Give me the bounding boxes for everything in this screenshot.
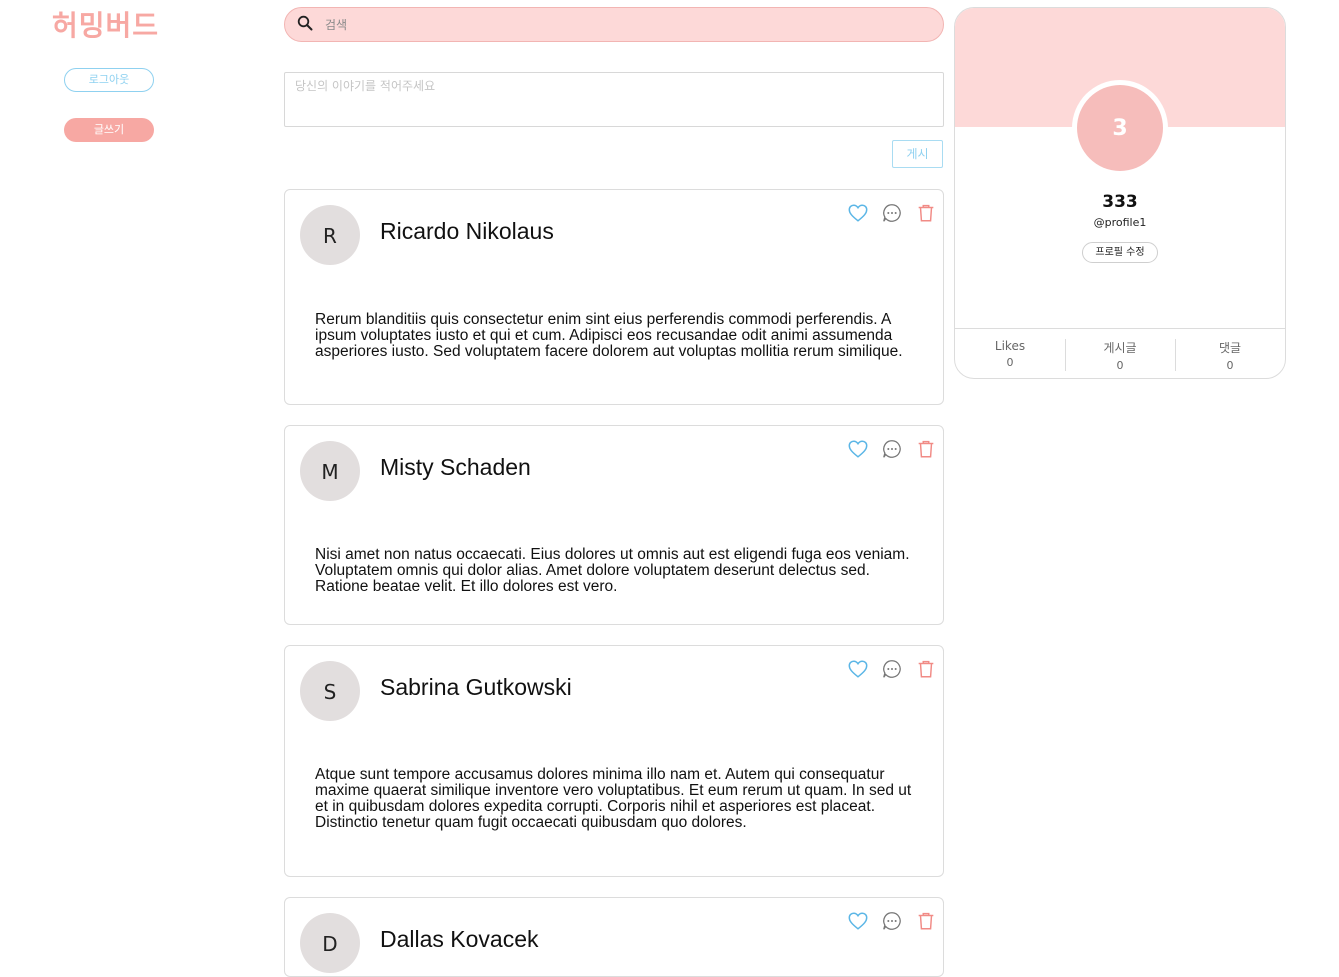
heart-icon[interactable] [847,202,869,224]
author-avatar[interactable]: M [300,441,360,501]
profile-name: 333 [1102,192,1138,212]
logout-button[interactable]: 로그아웃 [64,68,154,92]
stat-value: 0 [1116,359,1124,372]
profile-avatar[interactable]: 3 [1077,85,1163,171]
search-input[interactable] [323,16,903,33]
profile-handle: @profile1 [1093,216,1147,229]
post-actions [847,910,937,932]
stat-comments[interactable]: 댓글 0 [1175,329,1285,378]
post-card: M Misty Schaden Nisi amet non natus occa… [284,425,944,625]
heart-icon[interactable] [847,658,869,680]
author-name[interactable]: Ricardo Nikolaus [380,218,554,245]
post-card: D Dallas Kovacek [284,897,944,977]
author-avatar[interactable]: D [300,913,360,973]
stat-label: 게시글 [1103,341,1137,355]
trash-icon[interactable] [915,438,937,460]
stat-likes[interactable]: Likes 0 [955,329,1065,378]
profile-card: 3 333 @profile1 프로필 수정 Likes 0 게시글 0 댓글 … [954,7,1286,379]
post-card: R Ricardo Nikolaus Rerum blanditiis quis… [284,189,944,405]
trash-icon[interactable] [915,202,937,224]
app-logo[interactable]: 허밍버드 [52,4,159,44]
post-card: S Sabrina Gutkowski Atque sunt tempore a… [284,645,944,877]
stat-value: 0 [1006,356,1014,369]
trash-icon[interactable] [915,658,937,680]
stat-label: 댓글 [1218,341,1242,355]
heart-icon[interactable] [847,910,869,932]
search-bar [284,7,944,42]
stat-value: 0 [1226,359,1234,372]
post-actions [847,658,937,680]
post-submit-button[interactable]: 게시 [892,140,943,168]
author-name[interactable]: Sabrina Gutkowski [380,674,572,701]
author-name[interactable]: Dallas Kovacek [380,926,539,953]
trash-icon[interactable] [915,910,937,932]
heart-icon[interactable] [847,438,869,460]
edit-profile-button[interactable]: 프로필 수정 [1082,242,1158,263]
post-body: Atque sunt tempore accusamus dolores min… [315,766,912,831]
search-icon[interactable] [297,15,313,35]
post-composer[interactable] [284,72,944,127]
comment-icon[interactable] [881,910,903,932]
post-actions [847,202,937,224]
comment-icon[interactable] [881,202,903,224]
comment-icon[interactable] [881,438,903,460]
post-body: Nisi amet non natus occaecati. Eius dolo… [315,546,910,595]
stat-posts[interactable]: 게시글 0 [1065,329,1175,378]
stat-label: Likes [994,339,1026,353]
post-body: Rerum blanditiis quis consectetur enim s… [315,311,903,360]
profile-stats: Likes 0 게시글 0 댓글 0 [955,328,1285,378]
comment-icon[interactable] [881,658,903,680]
author-avatar[interactable]: R [300,205,360,265]
sidebar: 허밍버드 로그아웃 글쓰기 [0,0,220,956]
post-actions [847,438,937,460]
author-name[interactable]: Misty Schaden [380,454,531,481]
write-button[interactable]: 글쓰기 [64,118,154,142]
author-avatar[interactable]: S [300,661,360,721]
